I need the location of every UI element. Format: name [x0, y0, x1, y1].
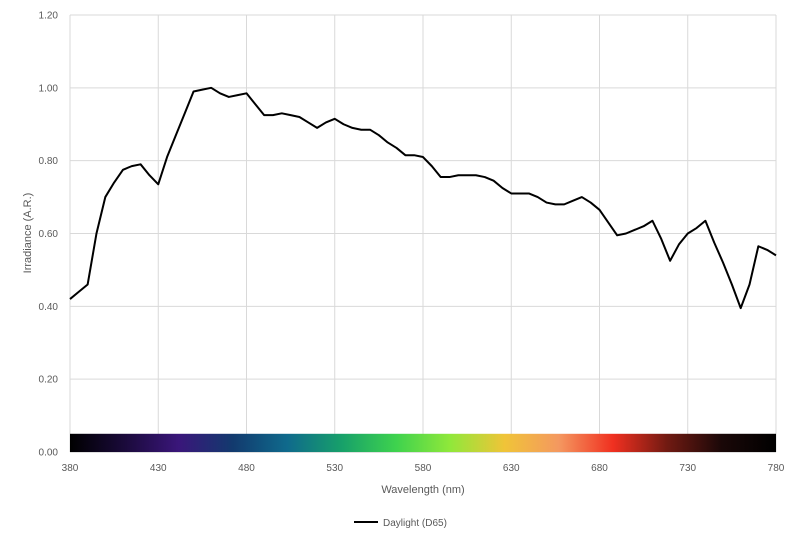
x-axis-title: Wavelength (nm): [381, 484, 464, 496]
x-tick-label: 380: [62, 463, 79, 474]
spectrum-band-rect: [70, 433, 776, 452]
y-tick-label: 0.20: [39, 375, 59, 386]
y-tick-label: 1.20: [39, 11, 59, 22]
y-tick-label: 0.80: [39, 156, 59, 167]
x-tick-label: 480: [238, 463, 255, 474]
gridlines: [69, 14, 777, 453]
x-tick-label: 780: [768, 463, 785, 474]
y-axis-title: Irradiance (A.R.): [22, 193, 34, 274]
legend-label: Daylight (D65): [383, 518, 447, 529]
x-tick-label: 730: [679, 463, 696, 474]
y-tick-labels: 0.00 0.20 0.40 0.60 0.80 1.00 1.20: [39, 11, 59, 459]
y-tick-label: 1.00: [39, 83, 59, 94]
y-tick-label: 0.60: [39, 229, 59, 240]
y-tick-label: 0.40: [39, 302, 59, 313]
x-tick-label: 630: [503, 463, 520, 474]
x-tick-labels: 380 430 480 530 580 630 680 730 780: [62, 463, 785, 474]
y-tick-label: 0.00: [39, 448, 59, 459]
legend: Daylight (D65): [354, 518, 447, 529]
x-tick-label: 680: [591, 463, 608, 474]
chart: 0.00 0.20 0.40 0.60 0.80 1.00 1.20 380 430 480 53…: [22, 11, 785, 530]
x-tick-label: 430: [150, 463, 167, 474]
x-tick-label: 580: [415, 463, 432, 474]
spectrum-band: [70, 433, 776, 452]
x-tick-label: 530: [326, 463, 343, 474]
